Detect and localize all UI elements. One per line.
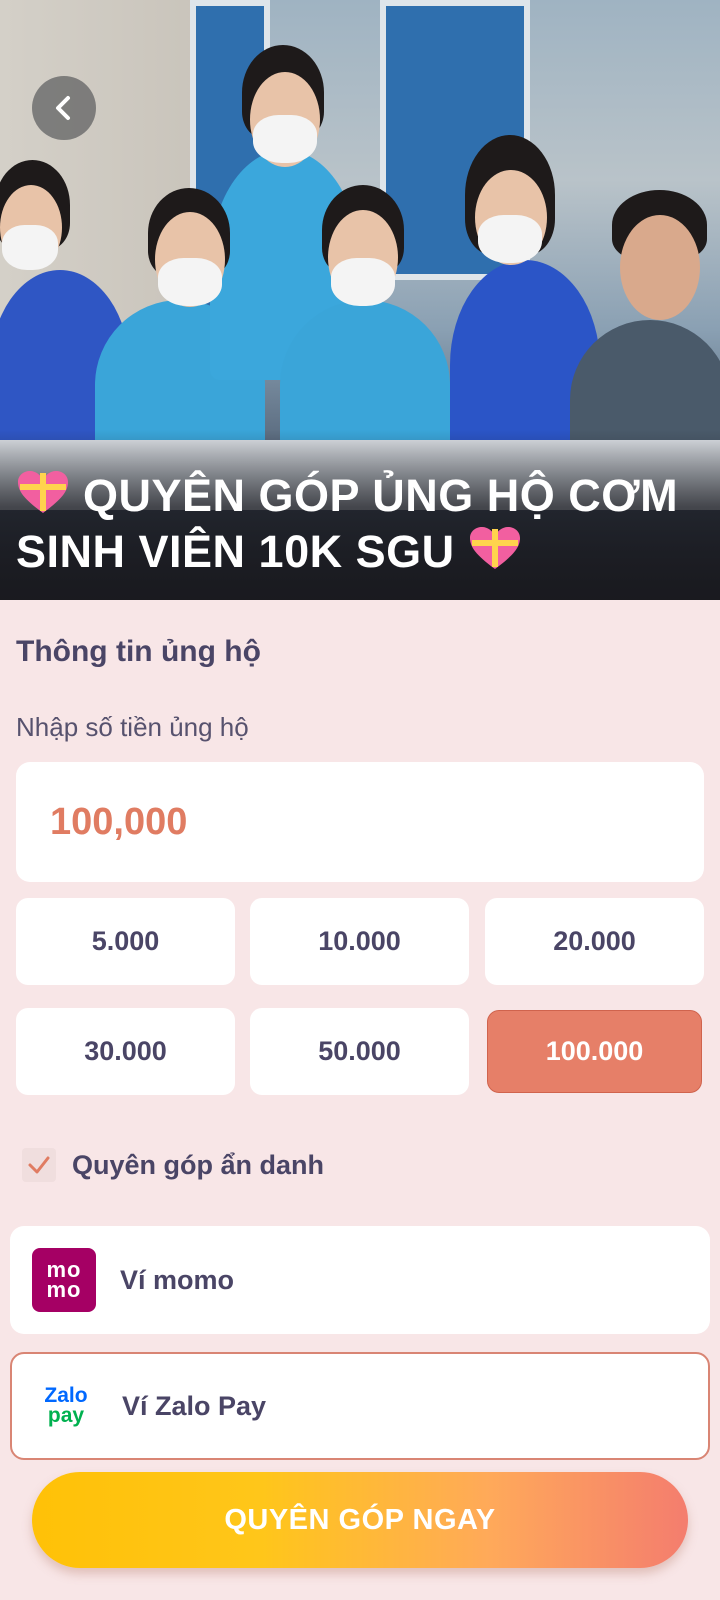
amount-label: Nhập số tiền ủng hộ [16, 712, 249, 742]
checkmark-icon [28, 1156, 50, 1174]
anonymous-checkbox[interactable] [22, 1148, 56, 1182]
preset-amount-button[interactable]: 10.000 [250, 898, 469, 985]
gift-heart-icon [469, 527, 520, 569]
section-title: Thông tin ủng hộ [16, 635, 261, 668]
amount-input[interactable] [16, 762, 704, 882]
hero-photo: QUYÊN GÓP ỦNG HỘ CƠM SINH VIÊN 10K SGU [0, 0, 720, 600]
preset-amount-button-selected[interactable]: 100.000 [487, 1010, 702, 1093]
campaign-title-text: QUYÊN GÓP ỦNG HỘ CƠM SINH VIÊN 10K SGU [16, 470, 679, 577]
back-button[interactable] [32, 76, 96, 140]
preset-amount-button[interactable]: 20.000 [485, 898, 704, 985]
payment-option-label: Ví Zalo Pay [122, 1390, 267, 1421]
photo-mask [253, 115, 317, 163]
chevron-left-icon [56, 96, 70, 120]
preset-amount-button[interactable]: 30.000 [16, 1008, 235, 1095]
photo-mask [158, 258, 222, 306]
payment-option-zalopay[interactable]: Zalo pay Ví Zalo Pay [10, 1352, 710, 1460]
payment-option-momo[interactable]: mo mo Ví momo [10, 1226, 710, 1334]
zalopay-logo-text: pay [47, 1404, 85, 1427]
donate-now-button[interactable]: QUYÊN GÓP NGAY [32, 1472, 688, 1568]
photo-mask [478, 215, 542, 263]
photo-face [620, 215, 700, 320]
gift-heart-icon [18, 471, 68, 513]
photo-mask [2, 225, 58, 270]
momo-logo: mo mo [32, 1248, 96, 1312]
preset-amount-button[interactable]: 50.000 [250, 1008, 469, 1095]
zalopay-logo: Zalo pay [34, 1384, 98, 1427]
payment-option-label: Ví momo [120, 1264, 235, 1295]
anonymous-label: Quyên góp ẩn danh [72, 1149, 325, 1180]
zalopay-logo-text: Zalo [44, 1384, 88, 1407]
momo-logo-text: mo [46, 1277, 82, 1302]
anonymous-toggle[interactable]: Quyên góp ẩn danh [22, 1148, 324, 1182]
photo-mask [331, 258, 395, 306]
campaign-title: QUYÊN GÓP ỦNG HỘ CƠM SINH VIÊN 10K SGU [16, 468, 706, 580]
preset-amount-button[interactable]: 5.000 [16, 898, 235, 985]
